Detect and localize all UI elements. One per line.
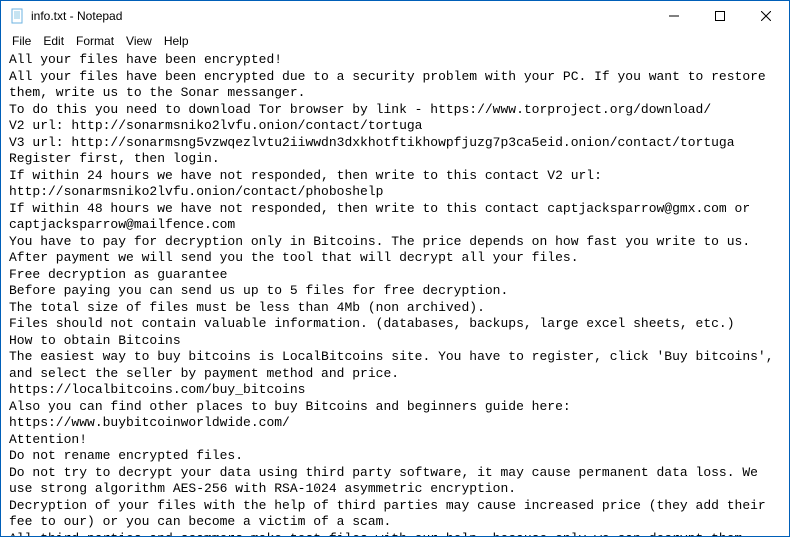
text-area[interactable]: All your files have been encrypted! All …	[1, 50, 789, 536]
window-title: info.txt - Notepad	[31, 9, 651, 23]
notepad-window: info.txt - Notepad File Edit Format View…	[0, 0, 790, 537]
notepad-icon	[9, 8, 25, 24]
text-content: All your files have been encrypted! All …	[9, 52, 781, 536]
window-controls	[651, 1, 789, 31]
titlebar[interactable]: info.txt - Notepad	[1, 1, 789, 31]
minimize-button[interactable]	[651, 1, 697, 31]
menu-edit[interactable]: Edit	[38, 33, 69, 49]
menu-format[interactable]: Format	[71, 33, 119, 49]
menu-help[interactable]: Help	[159, 33, 194, 49]
menu-file[interactable]: File	[7, 33, 36, 49]
menu-view[interactable]: View	[121, 33, 157, 49]
maximize-button[interactable]	[697, 1, 743, 31]
close-button[interactable]	[743, 1, 789, 31]
menubar: File Edit Format View Help	[1, 31, 789, 50]
